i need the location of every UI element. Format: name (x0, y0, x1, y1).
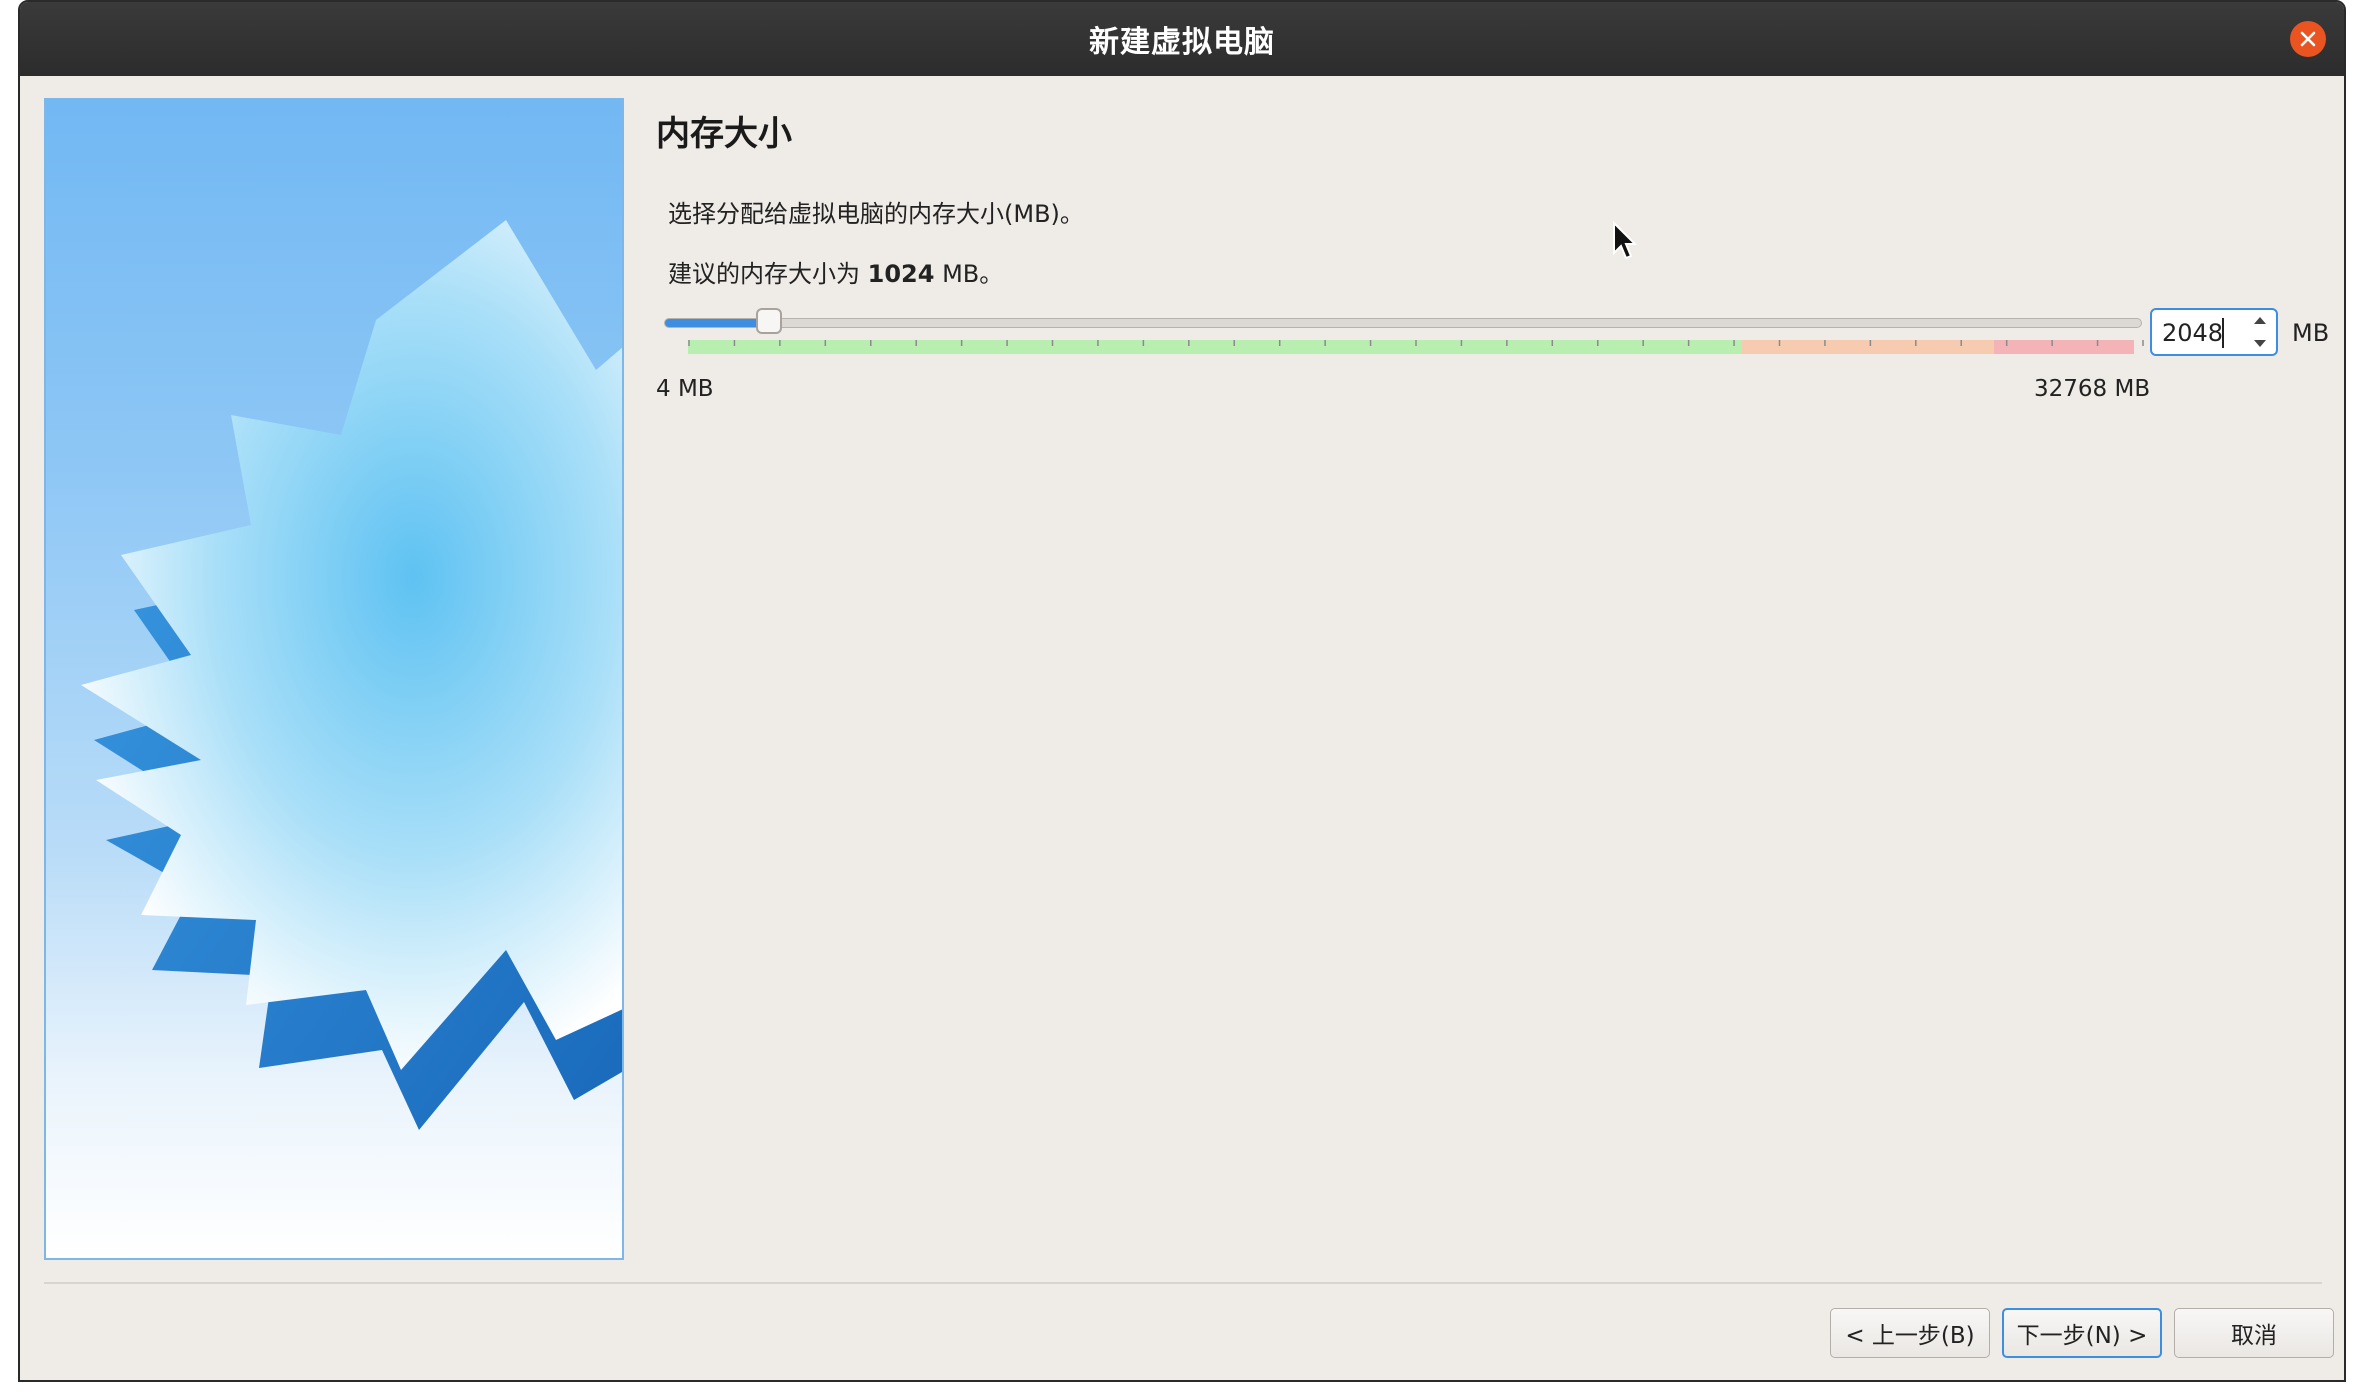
memory-slider-track[interactable] (664, 318, 2142, 328)
close-icon (2300, 31, 2316, 47)
text-caret (2222, 318, 2224, 348)
recommended-memory-text: 建议的内存大小为 1024 MB。 (668, 254, 1003, 289)
arrow-up-icon[interactable] (2252, 314, 2268, 326)
close-button[interactable] (2290, 21, 2326, 57)
title-bar[interactable]: 新建虚拟电脑 (20, 2, 2344, 76)
max-memory-label: 32768 MB (2034, 376, 2151, 402)
next-button[interactable]: 下一步(N) > (2002, 1308, 2162, 1358)
recommended-prefix: 建议的内存大小为 (668, 260, 868, 288)
min-memory-label: 4 MB (656, 376, 714, 402)
memory-spinbox[interactable]: 2048 (2150, 308, 2278, 356)
memory-slider-handle[interactable] (756, 308, 783, 334)
slider-tick-marks (688, 340, 2144, 346)
button-separator (44, 1282, 2322, 1284)
arrow-down-icon[interactable] (2252, 338, 2268, 350)
window-title: 新建虚拟电脑 (1089, 25, 1275, 60)
mouse-pointer-icon (1613, 221, 1638, 260)
recommended-value: 1024 (867, 260, 935, 288)
memory-description: 选择分配给虚拟电脑的内存大小(MB)。 (668, 200, 1084, 228)
page-heading: 内存大小 (656, 114, 792, 154)
cancel-button[interactable]: 取消 (2174, 1308, 2334, 1358)
new-vm-wizard-window: 新建虚拟电脑 内存大小 选择分配给虚拟电脑的内存大小(MB)。 建议的内存大小为… (18, 0, 2346, 1382)
memory-value-input[interactable]: 2048 (2162, 319, 2223, 347)
memory-slider-fill (665, 319, 771, 327)
recommended-suffix: MB。 (934, 260, 1004, 288)
memory-unit-label: MB (2292, 319, 2330, 347)
back-button[interactable]: < 上一步(B) (1830, 1308, 1990, 1358)
spin-arrows (2248, 314, 2272, 350)
wizard-banner-image (44, 98, 624, 1260)
starburst-graphic (81, 220, 622, 1130)
